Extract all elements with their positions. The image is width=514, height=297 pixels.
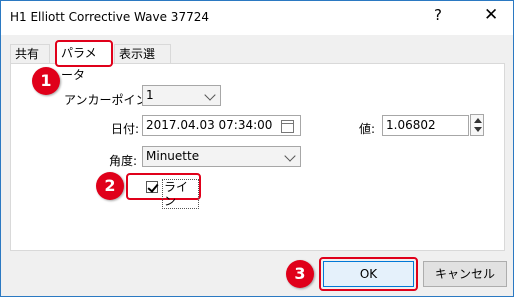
date-field-value: 2017.04.03 07:34:00 bbox=[146, 118, 273, 132]
date-field[interactable]: 2017.04.03 07:34:00 bbox=[142, 115, 301, 136]
angle-select-value: Minuette bbox=[146, 149, 200, 163]
line-checkbox-highlight: ライン bbox=[126, 173, 201, 209]
annotation-badge-2: 2 bbox=[96, 172, 124, 200]
calendar-icon[interactable] bbox=[281, 120, 294, 133]
dialog-window: H1 Elliott Corrective Wave 37724 ? ✕ 共有 … bbox=[0, 0, 514, 297]
angle-label: 角度: bbox=[109, 154, 138, 168]
help-button[interactable]: ? bbox=[434, 6, 442, 24]
value-field-text: 1.06802 bbox=[386, 118, 436, 132]
spin-up-icon[interactable] bbox=[474, 118, 482, 123]
tab-common[interactable]: 共有 bbox=[10, 44, 50, 64]
angle-select[interactable]: Minuette bbox=[142, 146, 301, 167]
annotation-badge-3: 3 bbox=[286, 260, 314, 288]
date-label: 日付: bbox=[111, 122, 140, 136]
spin-down-icon[interactable] bbox=[474, 127, 482, 132]
tab-strip: 共有 パラメータ 表示選択 bbox=[1, 35, 513, 82]
tab-parameters[interactable]: パラメータ bbox=[55, 40, 113, 82]
window-title: H1 Elliott Corrective Wave 37724 bbox=[10, 10, 209, 24]
chevron-down-icon bbox=[284, 150, 296, 162]
line-checkbox[interactable] bbox=[146, 181, 158, 193]
value-label: 値: bbox=[359, 122, 376, 136]
value-spinner[interactable] bbox=[470, 114, 484, 136]
chevron-down-icon bbox=[204, 89, 216, 101]
anchor-select[interactable]: 1 bbox=[142, 85, 221, 106]
annotation-badge-1: 1 bbox=[32, 67, 60, 95]
line-checkbox-label[interactable]: ライン bbox=[162, 179, 199, 209]
ok-button[interactable]: OK bbox=[323, 261, 414, 287]
value-field[interactable]: 1.06802 bbox=[382, 115, 469, 136]
title-bar: H1 Elliott Corrective Wave 37724 ? ✕ bbox=[1, 1, 513, 35]
anchor-select-value: 1 bbox=[146, 88, 154, 102]
tab-display[interactable]: 表示選択 bbox=[114, 44, 171, 80]
close-button[interactable]: ✕ bbox=[484, 5, 498, 25]
cancel-button[interactable]: キャンセル bbox=[423, 261, 507, 287]
